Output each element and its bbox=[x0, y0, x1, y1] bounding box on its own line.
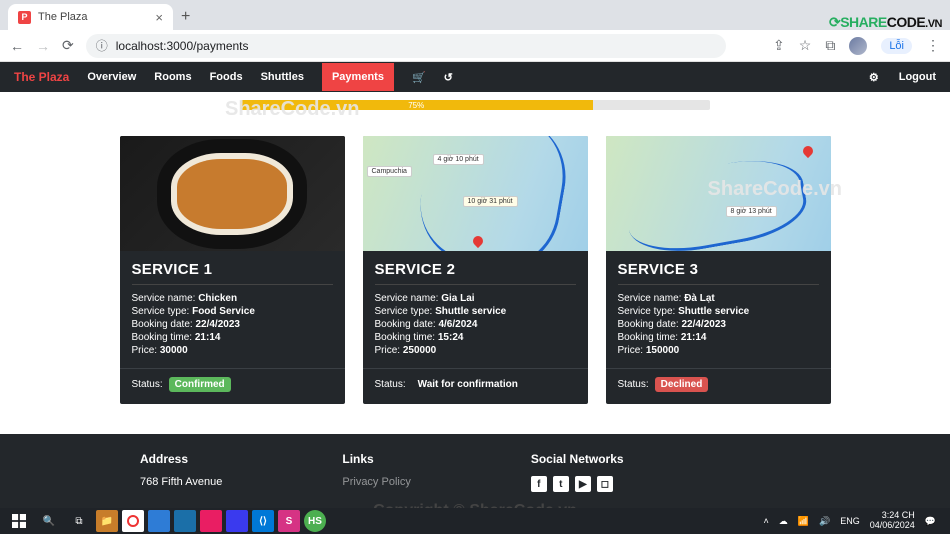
nav-overview[interactable]: Overview bbox=[87, 71, 136, 83]
taskbar-app[interactable] bbox=[226, 510, 248, 532]
browser-tabbar: P The Plaza × + bbox=[0, 0, 950, 30]
service-card: Campuchia 4 giờ 10 phút 10 giờ 31 phút S… bbox=[363, 136, 588, 404]
taskbar-app-edge[interactable] bbox=[174, 510, 196, 532]
windows-taskbar: 🔍 ⧉ 📁 ⟨⟩ S HS ˄ ☁ 📶 🔊 ENG 3:24 CH 04/06/… bbox=[0, 508, 950, 534]
app-navbar: The Plaza Overview Rooms Foods Shuttles … bbox=[0, 62, 950, 92]
service-cards: SERVICE 1 Service name: Chicken Service … bbox=[0, 118, 950, 414]
card-image-map: 8 giờ 13 phút bbox=[606, 136, 831, 251]
taskbar-app[interactable]: HS bbox=[304, 510, 326, 532]
brand-logo[interactable]: The Plaza bbox=[14, 70, 69, 84]
taskbar-app-vscode[interactable]: ⟨⟩ bbox=[252, 510, 274, 532]
service-card: SERVICE 1 Service name: Chicken Service … bbox=[120, 136, 345, 404]
forward-button[interactable]: → bbox=[36, 38, 50, 54]
social-instagram-icon[interactable]: ◻ bbox=[597, 476, 613, 492]
status-badge: Wait for confirmation bbox=[412, 377, 524, 392]
tab-title: The Plaza bbox=[38, 11, 88, 23]
map-region-label: Campuchia bbox=[367, 166, 412, 177]
status-badge: Declined bbox=[655, 377, 709, 392]
social-facebook-icon[interactable]: f bbox=[531, 476, 547, 492]
start-button[interactable] bbox=[6, 510, 32, 532]
share-icon[interactable]: ⇪ bbox=[773, 37, 785, 54]
taskview-icon[interactable]: ⧉ bbox=[66, 510, 92, 532]
map-duration-label: 10 giờ 31 phút bbox=[463, 196, 518, 207]
status-label: Status: bbox=[132, 379, 163, 390]
taskbar-app-chrome[interactable] bbox=[122, 510, 144, 532]
extensions-icon[interactable]: ⧉ bbox=[825, 37, 835, 54]
menu-icon[interactable]: ⋮ bbox=[926, 37, 940, 54]
tray-wifi-icon[interactable]: 📶 bbox=[798, 516, 809, 527]
page-content: 75% SERVICE 1 Service name: Chicken Serv… bbox=[0, 92, 950, 434]
browser-tab[interactable]: P The Plaza × bbox=[8, 4, 173, 30]
url-text: localhost:3000/payments bbox=[116, 39, 249, 53]
search-icon[interactable]: 🔍 bbox=[36, 510, 62, 532]
history-icon[interactable]: ↺ bbox=[444, 71, 453, 84]
footer-link[interactable]: Privacy Policy bbox=[342, 476, 410, 488]
map-duration-label: 4 giờ 10 phút bbox=[433, 154, 484, 165]
card-image-map: Campuchia 4 giờ 10 phút 10 giờ 31 phút bbox=[363, 136, 588, 251]
new-tab-button[interactable]: + bbox=[181, 8, 190, 26]
card-title: SERVICE 1 bbox=[132, 261, 333, 278]
footer-address-heading: Address bbox=[140, 452, 222, 466]
browser-toolbar: ← → ⟳ ⓘ localhost:3000/payments ⇪ ☆ ⧉ Lỗ… bbox=[0, 30, 950, 62]
page-footer: Address 768 Fifth Avenue Links Privacy P… bbox=[0, 434, 950, 508]
tray-volume-icon[interactable]: 🔊 bbox=[819, 516, 830, 527]
progress-bar: 75% bbox=[240, 100, 710, 110]
status-badge: Confirmed bbox=[169, 377, 231, 392]
tray-language[interactable]: ENG bbox=[840, 516, 860, 526]
service-card: 8 giờ 13 phút SERVICE 3 Service name: Đà… bbox=[606, 136, 831, 404]
reload-button[interactable]: ⟳ bbox=[62, 37, 74, 54]
sharecode-watermark-logo: ⟳SHARECODE.VN bbox=[829, 14, 942, 31]
cart-icon[interactable]: 🛒 bbox=[412, 71, 426, 84]
system-tray: ˄ ☁ 📶 🔊 ENG 3:24 CH 04/06/2024 💬 bbox=[764, 511, 944, 531]
footer-links-heading: Links bbox=[342, 452, 410, 466]
error-badge[interactable]: Lỗi bbox=[881, 38, 912, 54]
taskbar-app-explorer[interactable]: 📁 bbox=[96, 510, 118, 532]
footer-address-line: 768 Fifth Avenue bbox=[140, 476, 222, 488]
nav-foods[interactable]: Foods bbox=[210, 71, 243, 83]
address-bar[interactable]: ⓘ localhost:3000/payments bbox=[86, 34, 726, 58]
settings-icon[interactable]: ⚙ bbox=[869, 71, 879, 84]
taskbar-app[interactable]: S bbox=[278, 510, 300, 532]
tray-notifications-icon[interactable]: 💬 bbox=[925, 516, 936, 527]
card-image-food bbox=[120, 136, 345, 251]
taskbar-app-mail[interactable] bbox=[148, 510, 170, 532]
nav-payments[interactable]: Payments bbox=[322, 63, 394, 91]
taskbar-app[interactable] bbox=[200, 510, 222, 532]
tab-favicon: P bbox=[18, 11, 31, 24]
tray-cloud-icon[interactable]: ☁ bbox=[779, 516, 788, 527]
nav-rooms[interactable]: Rooms bbox=[154, 71, 191, 83]
status-label: Status: bbox=[618, 379, 649, 390]
social-youtube-icon[interactable]: ▶ bbox=[575, 476, 591, 492]
profile-avatar[interactable] bbox=[849, 37, 867, 55]
progress-fill: 75% bbox=[240, 100, 593, 110]
tray-chevron-icon[interactable]: ˄ bbox=[764, 516, 769, 526]
back-button[interactable]: ← bbox=[10, 38, 24, 54]
card-title: SERVICE 2 bbox=[375, 261, 576, 278]
logout-link[interactable]: Logout bbox=[899, 71, 936, 83]
map-duration-label: 8 giờ 13 phút bbox=[726, 206, 777, 217]
card-title: SERVICE 3 bbox=[618, 261, 819, 278]
nav-shuttles[interactable]: Shuttles bbox=[261, 71, 304, 83]
bookmark-icon[interactable]: ☆ bbox=[799, 37, 812, 54]
footer-social-heading: Social Networks bbox=[531, 452, 624, 466]
site-info-icon[interactable]: ⓘ bbox=[96, 37, 108, 54]
status-label: Status: bbox=[375, 379, 406, 390]
tab-close-icon[interactable]: × bbox=[155, 10, 163, 25]
social-twitter-icon[interactable]: t bbox=[553, 476, 569, 492]
tray-clock[interactable]: 3:24 CH 04/06/2024 bbox=[870, 511, 915, 531]
